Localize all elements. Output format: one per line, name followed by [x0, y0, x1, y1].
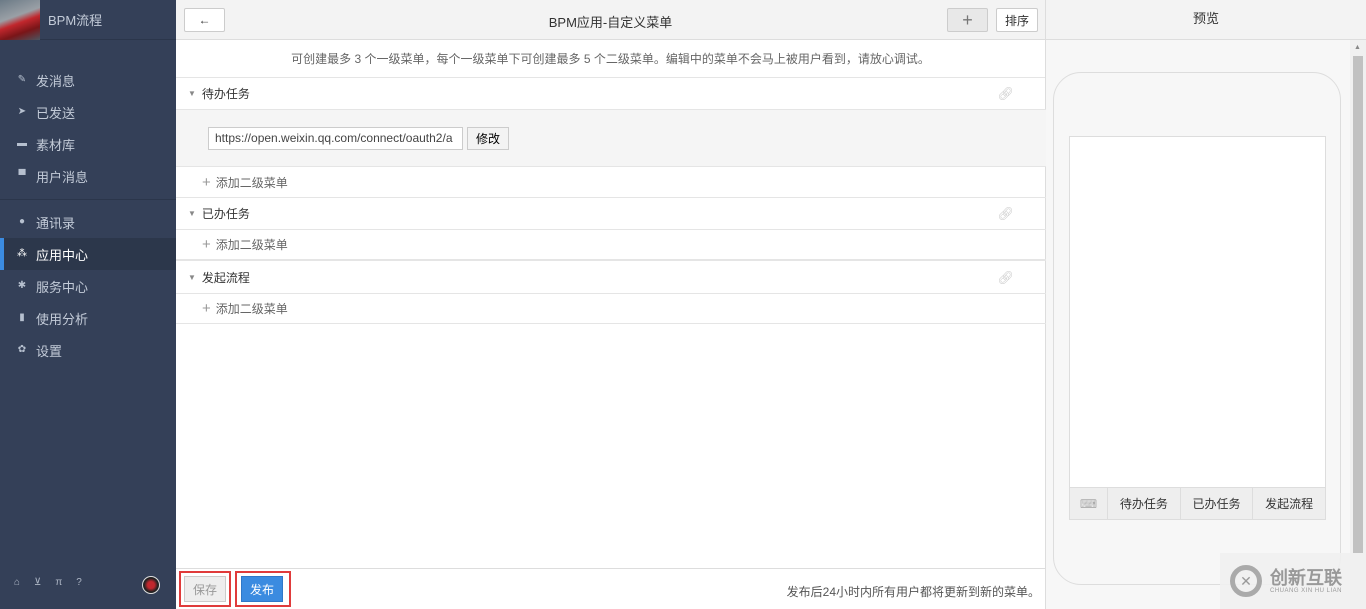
- sidebar-item-label: 发消息: [36, 73, 76, 89]
- menu-item[interactable]: ▼ 发起流程 🔗︎: [176, 262, 1046, 294]
- app-logo: [0, 0, 40, 40]
- avatar[interactable]: [142, 576, 160, 594]
- add-submenu-label: 添加二级菜单: [215, 175, 288, 190]
- home-icon[interactable]: ⌂: [14, 577, 20, 588]
- gear-icon: ✿: [17, 344, 27, 355]
- folder-icon: ▬: [17, 138, 27, 149]
- help-icon[interactable]: ?: [76, 577, 82, 588]
- sidebar-item-label: 应用中心: [36, 247, 89, 263]
- scroll-up-icon[interactable]: ▲: [1354, 44, 1361, 51]
- sidebar-divider: [0, 199, 176, 200]
- chip-icon: ✱: [17, 280, 27, 291]
- sidebar-item-contacts[interactable]: ● 通讯录: [0, 206, 176, 238]
- link-icon[interactable]: 🔗︎: [997, 270, 1014, 286]
- sidebar: BPM流程 ✎ 发消息 ➤ 已发送 ▬ 素材库 ▀ 用户消息 ● 通讯录 ⁂ 应用中心 ✱ 服…: [0, 0, 176, 609]
- footer-bar: 保存 发布 发布后24小时内所有用户都将更新到新的菜单。: [176, 568, 1046, 609]
- collapse-icon[interactable]: ▼: [188, 89, 196, 98]
- plus-icon: +: [202, 299, 211, 317]
- collapse-icon[interactable]: ▼: [188, 273, 196, 282]
- currency-icon[interactable]: π: [55, 577, 62, 588]
- plus-icon: +: [202, 173, 211, 191]
- sidebar-item-label: 已发送: [36, 105, 76, 121]
- preview-menu-item[interactable]: 待办任务: [1108, 488, 1181, 519]
- notice-text: 可创建最多 3 个一级菜单，每个一级菜单下可创建最多 5 个二级菜单。编辑中的菜…: [176, 40, 1045, 78]
- menu-url-section: 修改: [176, 110, 1046, 167]
- watermark: ✕ 创新互联 CHUANG XIN HU LIAN: [1220, 553, 1366, 609]
- menu-item[interactable]: ▼ 待办任务 🔗︎: [176, 78, 1046, 110]
- watermark-logo-icon: ✕: [1230, 565, 1262, 597]
- watermark-name: 创新互联: [1270, 568, 1342, 588]
- add-submenu-button[interactable]: + 添加二级菜单: [176, 293, 1046, 324]
- sidebar-item-user-messages[interactable]: ▀ 用户消息: [0, 160, 176, 192]
- sidebar-item-label: 使用分析: [36, 311, 89, 327]
- sidebar-item-settings[interactable]: ✿ 设置: [0, 334, 176, 366]
- app-title: BPM流程: [48, 13, 103, 28]
- sidebar-footer: ⌂ ⊻ π ?: [14, 577, 82, 588]
- scrollbar-thumb[interactable]: [1353, 56, 1363, 553]
- url-input[interactable]: [208, 126, 463, 150]
- sidebar-item-label: 素材库: [36, 137, 76, 153]
- sidebar-header: BPM流程: [0, 0, 176, 40]
- watermark-sub: CHUANG XIN HU LIAN: [1270, 588, 1343, 594]
- preview-menu-item[interactable]: 已办任务: [1181, 488, 1254, 519]
- add-menu-button[interactable]: +: [947, 8, 988, 32]
- preview-title: 预览: [1046, 0, 1366, 40]
- keyboard-icon[interactable]: ⌨: [1070, 488, 1108, 519]
- preview-menu-item[interactable]: 发起流程: [1253, 488, 1325, 519]
- add-submenu-label: 添加二级菜单: [215, 301, 288, 316]
- menu-editor: ← BPM应用-自定义菜单 + 排序 可创建最多 3 个一级菜单，每个一级菜单下…: [176, 0, 1046, 609]
- cart-icon[interactable]: ⊻: [34, 577, 41, 588]
- sidebar-item-label: 用户消息: [36, 169, 89, 185]
- sidebar-item-analytics[interactable]: ▮ 使用分析: [0, 302, 176, 334]
- edit-url-button[interactable]: 修改: [467, 126, 510, 150]
- sidebar-item-service-center[interactable]: ✱ 服务中心: [0, 270, 176, 302]
- user-icon: ●: [18, 216, 26, 227]
- sidebar-item-app-center[interactable]: ⁂ 应用中心: [0, 238, 176, 270]
- menu-name: 待办任务: [201, 87, 250, 101]
- phone-screen: ⌨ 待办任务 已办任务 发起流程: [1069, 136, 1326, 520]
- chat-icon: ▀: [18, 170, 26, 181]
- menu-item[interactable]: ▼ 已办任务 🔗︎: [176, 198, 1046, 230]
- add-submenu-label: 添加二级菜单: [215, 238, 288, 252]
- toolbar: ← BPM应用-自定义菜单 + 排序: [176, 0, 1045, 40]
- sidebar-item-label: 通讯录: [36, 215, 76, 231]
- plus-icon: +: [202, 236, 211, 253]
- scrollbar[interactable]: ▲: [1350, 40, 1366, 609]
- pencil-icon: ✎: [17, 74, 27, 85]
- preview-menu-bar: ⌨ 待办任务 已办任务 发起流程: [1070, 487, 1325, 519]
- save-button[interactable]: 保存: [184, 576, 226, 602]
- sidebar-item-sent[interactable]: ➤ 已发送: [0, 96, 176, 128]
- publish-hint: 发布后24小时内所有用户都将更新到新的菜单。: [786, 585, 1040, 599]
- page-title: BPM应用-自定义菜单: [548, 15, 673, 30]
- menu-name: 发起流程: [201, 271, 250, 285]
- sort-button[interactable]: 排序: [996, 8, 1038, 32]
- preview-panel: 预览 ⌨ 待办任务 已办任务 发起流程: [1046, 0, 1366, 609]
- send-icon: ➤: [17, 106, 27, 117]
- sidebar-item-label: 服务中心: [36, 279, 89, 295]
- sidebar-item-materials[interactable]: ▬ 素材库: [0, 128, 176, 160]
- add-submenu-button[interactable]: + 添加二级菜单: [176, 167, 1046, 198]
- menu-name: 已办任务: [201, 207, 250, 221]
- link-icon[interactable]: 🔗︎: [997, 206, 1014, 222]
- bar-chart-icon: ▮: [19, 312, 25, 323]
- sidebar-item-label: 设置: [36, 343, 63, 359]
- publish-button[interactable]: 发布: [241, 576, 283, 602]
- link-icon[interactable]: 🔗︎: [997, 86, 1014, 102]
- apps-icon: ⁂: [17, 248, 27, 259]
- sidebar-item-send-message[interactable]: ✎ 发消息: [0, 64, 176, 96]
- collapse-icon[interactable]: ▼: [188, 209, 196, 218]
- add-submenu-button[interactable]: + 添加二级菜单: [176, 230, 1046, 261]
